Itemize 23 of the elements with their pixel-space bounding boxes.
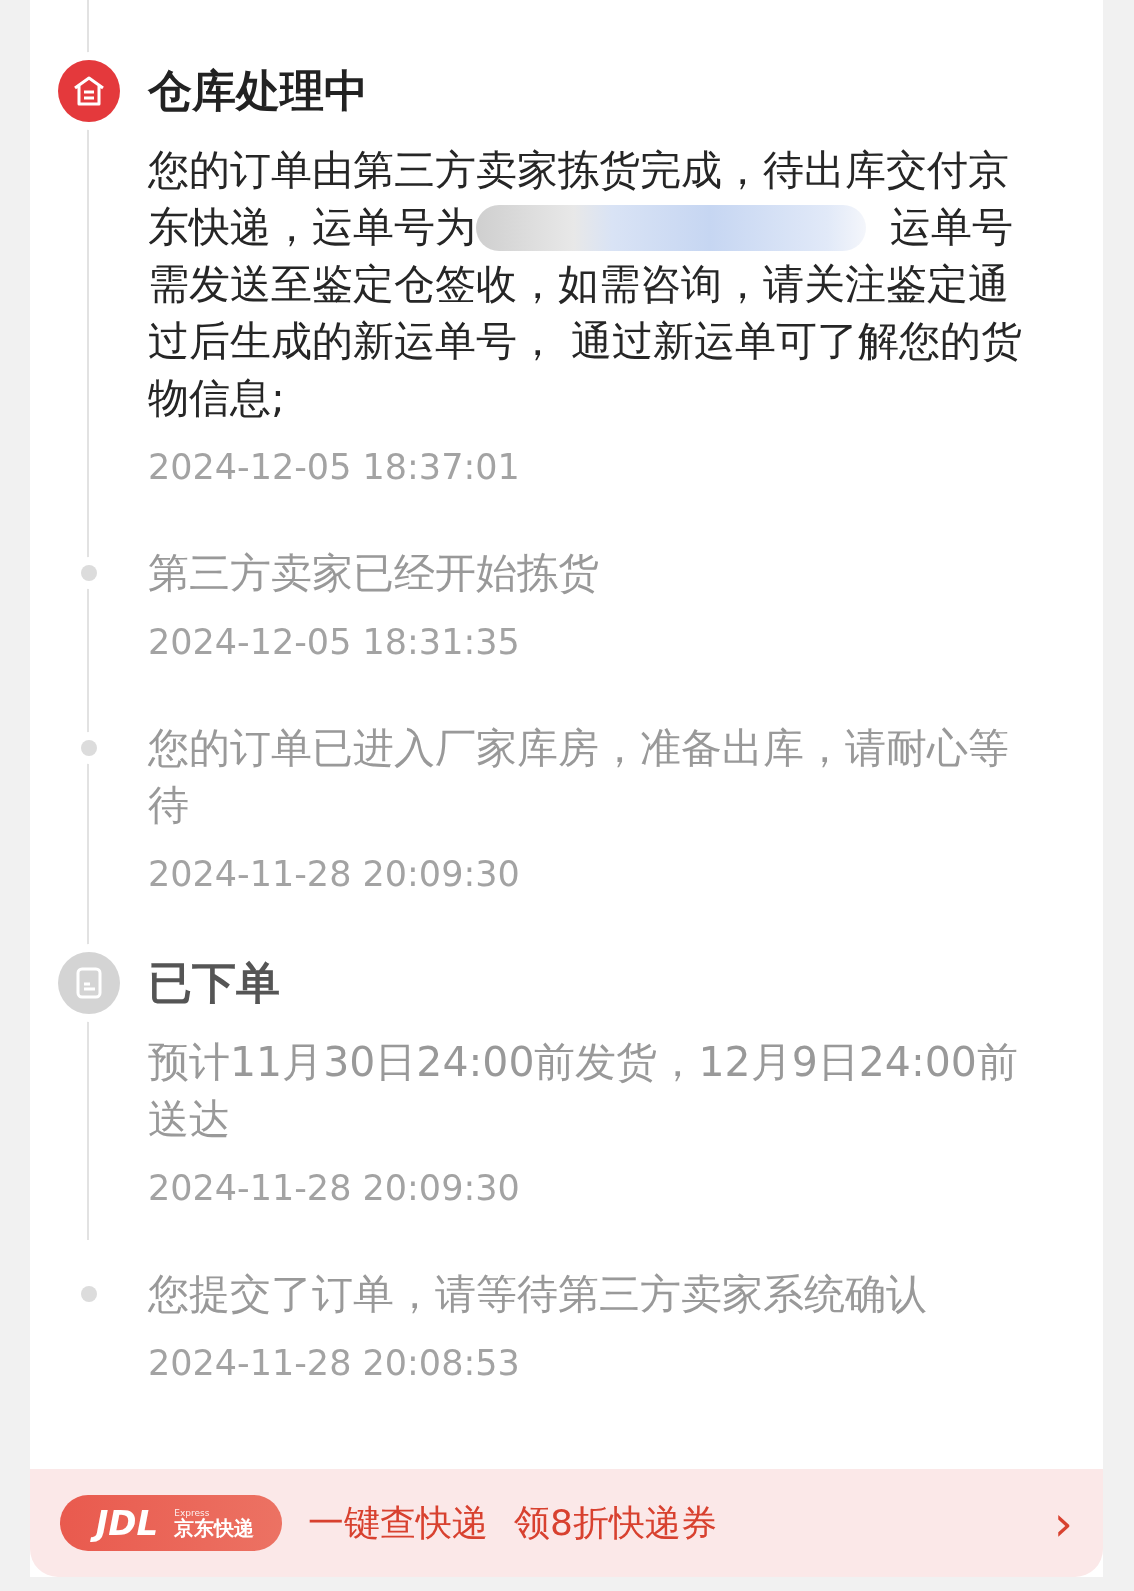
event-description: 您的订单已进入厂家库房，准备出库，请耐心等待 (148, 723, 1010, 831)
logo-mark: JDL (87, 1503, 167, 1543)
warehouse-icon (72, 75, 106, 107)
event-description: 您提交了订单，请等待第三方卖家系统确认 (148, 1269, 928, 1320)
timestamp: 2024-12-05 18:37:01 (148, 446, 520, 489)
timestamp: 2024-11-28 20:09:30 (148, 1167, 520, 1210)
status-description: 您的订单由第三方卖家拣货完成，待出库交付京 (148, 145, 1010, 196)
promo-text: 一键查快递 (308, 1500, 488, 1545)
status-description: 运单号 (890, 202, 1013, 253)
timestamp: 2024-12-05 18:31:35 (148, 621, 520, 664)
chevron-icon[interactable]: › (1053, 1495, 1073, 1551)
status-title: 已下单 (148, 956, 281, 1010)
promo-text: 领8折快递券 (514, 1500, 717, 1545)
status-description: 东快递，运单号为 (148, 202, 476, 253)
status-title: 仓库处理中 (148, 64, 369, 118)
event-description: 第三方卖家已经开始拣货 (148, 548, 600, 599)
document-icon (76, 967, 102, 999)
timestamp: 2024-11-28 20:09:30 (148, 853, 520, 896)
logo-name: 京东快递 (174, 1517, 255, 1538)
status-description: 预计11月30日24:00前发货，12月9日24:00前送达 (148, 1037, 1019, 1145)
status-description: 需发送至鉴定仓签收，如需咨询，请关注鉴定通过后生成的新运单号， 通过新运单可了解您的货物信息; (148, 259, 1024, 424)
timestamp: 2024-11-28 20:08:53 (148, 1342, 520, 1385)
logo-subtitle: Express (174, 1508, 211, 1518)
